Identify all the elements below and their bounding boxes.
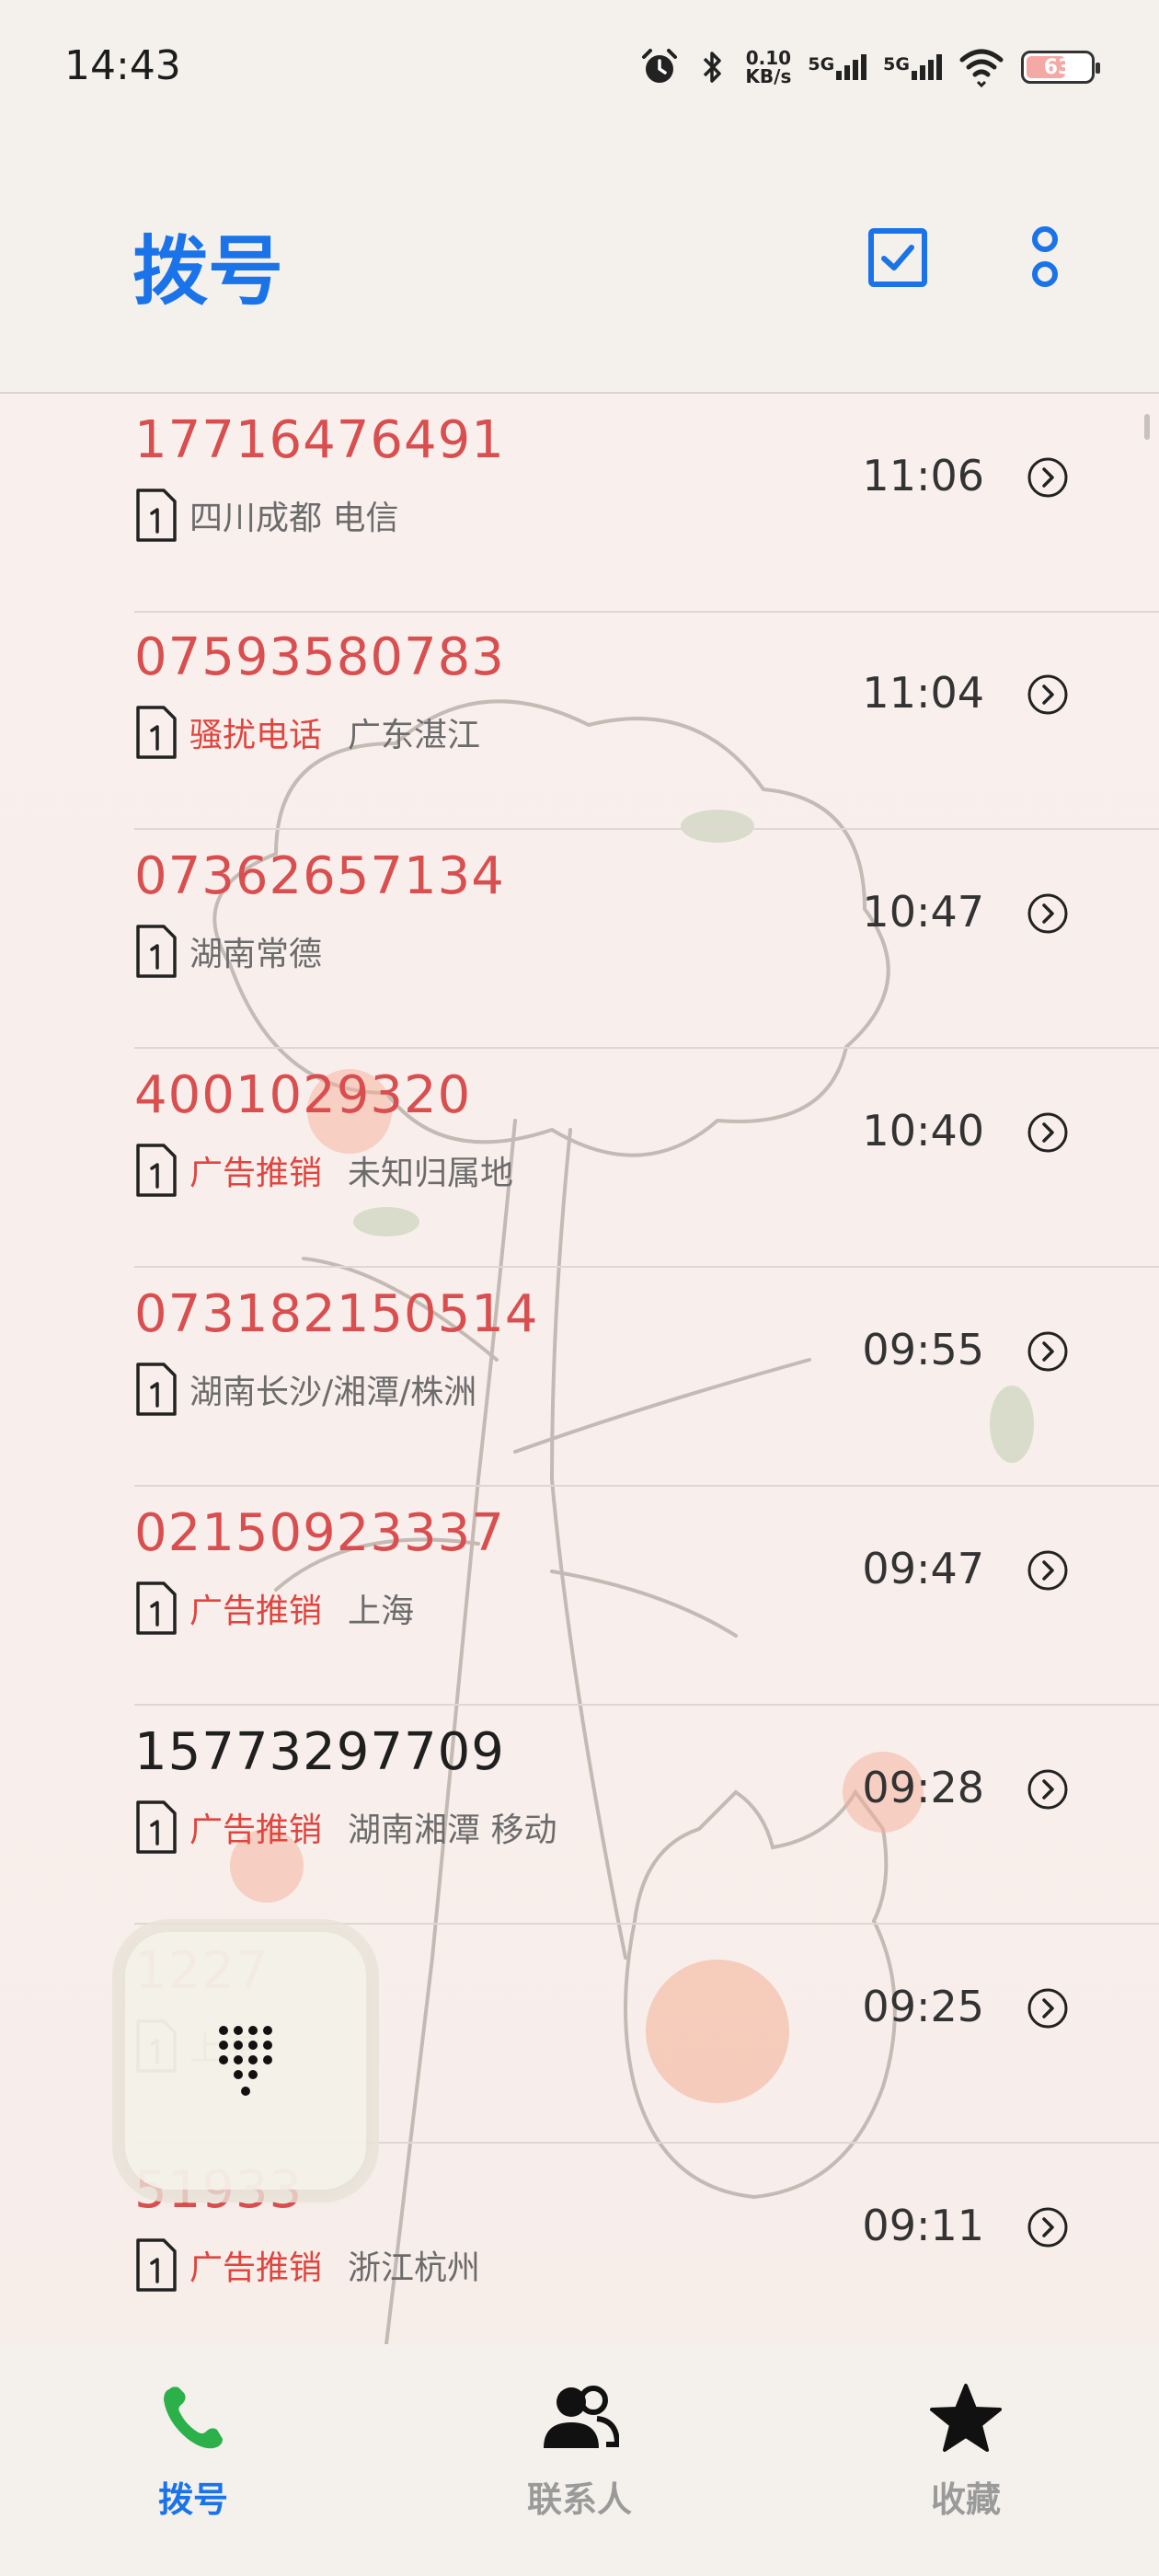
signal-sim1-icon: 5G: [808, 54, 867, 80]
battery-icon: 63: [1021, 51, 1100, 84]
star-icon: [924, 2377, 1007, 2460]
tab-contacts[interactable]: 联系人: [469, 2377, 690, 2522]
call-log-row[interactable]: 02150923337 广告推销 上海 09:47: [134, 1487, 1159, 1706]
chevron-right-circle-icon: [1027, 1987, 1069, 2033]
call-number: 07362657134: [134, 846, 505, 906]
tab-dial[interactable]: 拨号: [83, 2377, 304, 2522]
sim1-icon: [134, 705, 178, 760]
call-time: 10:40: [862, 1106, 984, 1156]
checkbox-icon: [868, 228, 927, 287]
call-tag: 广告推销: [189, 1593, 323, 1630]
call-time: 11:06: [862, 451, 984, 500]
call-details-button[interactable]: [1027, 1330, 1069, 1376]
call-location: 上海: [348, 1593, 415, 1630]
status-time: 14:43: [64, 42, 181, 89]
call-time: 09:28: [862, 1763, 984, 1812]
tab-contacts-label: 联系人: [526, 2479, 632, 2520]
call-time: 09:47: [862, 1544, 984, 1593]
call-meta: 广告推销 上海: [134, 1581, 414, 1636]
call-details-button[interactable]: [1027, 892, 1069, 938]
tab-favorites-label: 收藏: [930, 2479, 1001, 2520]
sim1-icon: [134, 488, 178, 543]
select-button[interactable]: [861, 221, 935, 294]
chevron-right-circle-icon: [1027, 456, 1069, 502]
status-bar: 14:43 0.10 KB/s 5G 5G 63: [0, 0, 1159, 138]
dialpad-icon: [219, 2026, 272, 2096]
call-details-button[interactable]: [1027, 1987, 1069, 2033]
call-location: 四川成都 电信: [189, 500, 399, 537]
call-details-button[interactable]: [1027, 456, 1069, 502]
call-log-row[interactable]: 073182150514 湖南长沙/湘潭/株洲 09:55: [134, 1268, 1159, 1487]
chevron-right-circle-icon: [1027, 892, 1069, 938]
call-meta: 湖南常德: [134, 924, 322, 979]
call-log-row[interactable]: 07362657134 湖南常德 10:47: [134, 830, 1159, 1049]
call-tag: 广告推销: [189, 1811, 323, 1849]
bluetooth-icon: [697, 46, 729, 88]
call-meta: 四川成都 电信: [134, 488, 398, 543]
chevron-right-circle-icon: [1027, 1330, 1069, 1376]
call-meta: 广告推销 浙江杭州: [134, 2237, 480, 2293]
tab-favorites[interactable]: 收藏: [855, 2377, 1076, 2522]
chevron-right-circle-icon: [1027, 2206, 1069, 2252]
wifi-icon: [958, 47, 1004, 87]
call-log-row[interactable]: 07593580783 骚扰电话 广东湛江 11:04: [134, 611, 1159, 830]
status-icons: 0.10 KB/s 5G 5G 63: [638, 44, 1100, 90]
call-tag: 广告推销: [189, 2249, 323, 2287]
call-details-button[interactable]: [1027, 673, 1069, 719]
call-log-row[interactable]: 17716476491 四川成都 电信 11:06: [134, 394, 1159, 613]
page-title: 拨号: [132, 228, 284, 316]
call-log-row[interactable]: 4001029320 广告推销 未知归属地 10:40: [134, 1049, 1159, 1268]
tab-dial-label: 拨号: [157, 2479, 228, 2520]
call-location: 湖南长沙/湘潭/株洲: [189, 1374, 477, 1411]
call-tag: 广告推销: [189, 1155, 323, 1192]
chevron-right-circle-icon: [1027, 1768, 1069, 1814]
call-time: 09:55: [862, 1325, 984, 1374]
call-location: 湖南湘潭 移动: [348, 1811, 557, 1849]
call-time: 09:25: [862, 1982, 984, 2031]
call-meta: 广告推销 未知归属地: [134, 1143, 513, 1198]
call-details-button[interactable]: [1027, 1768, 1069, 1814]
call-time: 11:04: [862, 668, 984, 718]
chevron-right-circle-icon: [1027, 1549, 1069, 1595]
sim1-icon: [134, 1362, 178, 1417]
call-location: 未知归属地: [348, 1155, 514, 1192]
call-details-button[interactable]: [1027, 1111, 1069, 1157]
call-number: 073182150514: [134, 1284, 539, 1344]
call-location: 湖南常德: [189, 936, 323, 973]
phone-icon: [152, 2377, 235, 2460]
contacts-icon: [538, 2377, 621, 2460]
chevron-right-circle-icon: [1027, 1111, 1069, 1157]
call-time: 09:11: [862, 2201, 984, 2250]
dialpad-button[interactable]: [125, 1932, 366, 2190]
chevron-right-circle-icon: [1027, 673, 1069, 719]
call-number: 17716476491: [134, 410, 505, 470]
call-number: 4001029320: [134, 1065, 472, 1125]
sim1-icon: [134, 1800, 178, 1855]
call-meta: 骚扰电话 广东湛江: [134, 705, 480, 760]
call-number: 02150923337: [134, 1503, 505, 1563]
battery-level: 63: [1043, 55, 1073, 79]
call-details-button[interactable]: [1027, 2206, 1069, 2252]
call-details-button[interactable]: [1027, 1549, 1069, 1595]
bottom-navigation: 拨号 联系人 收藏: [0, 2344, 1159, 2576]
signal-sim2-icon: 5G: [883, 54, 942, 80]
sim1-icon: [134, 1143, 178, 1198]
sim1-icon: [134, 924, 178, 979]
more-vert-icon: [1032, 226, 1058, 287]
network-speed: 0.10 KB/s: [745, 47, 792, 87]
call-log-row[interactable]: 15773297709 广告推销 湖南湘潭 移动 09:28: [134, 1706, 1159, 1925]
call-tag: 骚扰电话: [189, 717, 323, 754]
alarm-icon: [638, 46, 681, 88]
app-header: 拨号: [0, 138, 1159, 394]
call-number: 07593580783: [134, 627, 505, 687]
more-options-button[interactable]: [1008, 221, 1082, 294]
call-time: 10:47: [862, 887, 984, 937]
call-location: 广东湛江: [348, 717, 481, 754]
call-number: 15773297709: [134, 1722, 505, 1782]
sim1-icon: [134, 2237, 178, 2293]
sim1-icon: [134, 1581, 178, 1636]
call-meta: 湖南长沙/湘潭/株洲: [134, 1362, 476, 1417]
call-location: 浙江杭州: [348, 2249, 481, 2287]
call-meta: 广告推销 湖南湘潭 移动: [134, 1800, 557, 1855]
